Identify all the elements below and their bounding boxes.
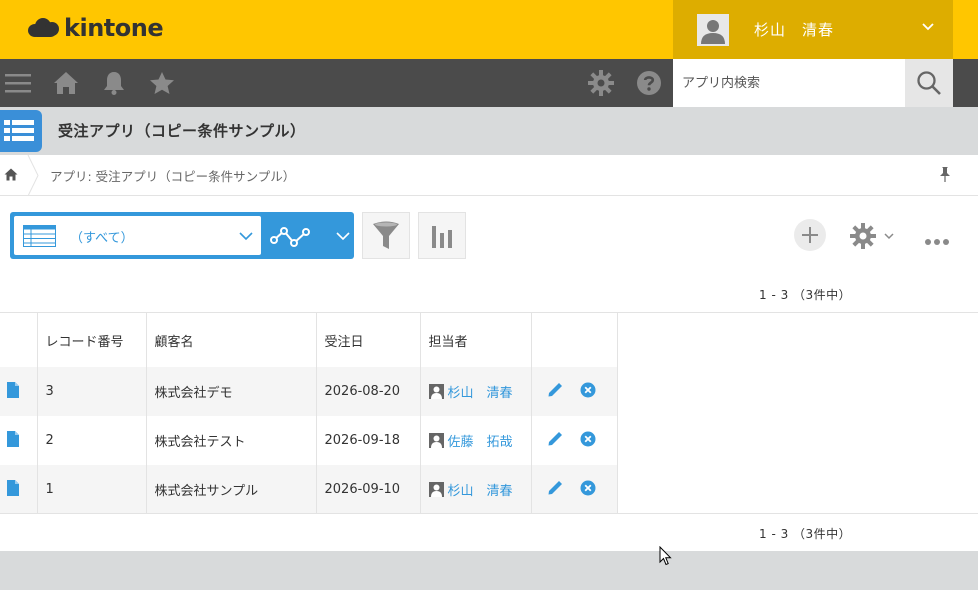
- chevron-down-icon: [922, 23, 934, 31]
- pagination-count-bottom: 1 - 3 （3件中）: [759, 527, 852, 541]
- header-customer-name[interactable]: 顧客名: [146, 313, 317, 367]
- assignee-link[interactable]: 佐藤 拓哉: [428, 431, 523, 450]
- user-name: 杉山 清春: [754, 21, 835, 39]
- app-search: [673, 59, 953, 107]
- chevron-down-icon: [239, 232, 253, 241]
- records-table: レコード番号 顧客名 受注日 担当者 3 株式会社デモ 2026-08-20 杉…: [0, 313, 618, 514]
- search-icon: [917, 71, 941, 95]
- more-options-button[interactable]: [924, 231, 950, 250]
- page-title: 受注アプリ（コピー条件サンプル）: [58, 122, 306, 140]
- user-menu[interactable]: 杉山 清春: [673, 0, 953, 59]
- help-icon[interactable]: [635, 59, 663, 107]
- user-icon: [697, 13, 729, 46]
- funnel-icon: [373, 221, 399, 249]
- delete-icon[interactable]: [580, 480, 596, 496]
- assignee-name: 杉山 清春: [447, 484, 513, 499]
- header-cell: [0, 313, 38, 367]
- pagination-count-top: 1 - 3 （3件中）: [759, 288, 852, 302]
- cell-record-number: 1: [37, 465, 147, 514]
- bar-chart-icon: [432, 225, 452, 248]
- star-icon[interactable]: [148, 59, 176, 107]
- line-graph-icon: [270, 227, 310, 247]
- table-header-row: レコード番号 顧客名 受注日 担当者: [0, 313, 618, 367]
- header-assignee[interactable]: 担当者: [420, 313, 532, 367]
- home-icon[interactable]: [52, 59, 80, 107]
- pin-icon[interactable]: [939, 166, 951, 182]
- cell-order-date: 2026-08-20: [316, 367, 421, 416]
- table-view-icon: [23, 225, 56, 247]
- edit-icon[interactable]: [547, 430, 564, 447]
- cell-record-number: 2: [37, 416, 147, 465]
- document-icon: [7, 430, 19, 447]
- kintone-logo[interactable]: kintone: [28, 13, 164, 43]
- cell-order-date: 2026-09-18: [316, 416, 421, 465]
- edit-icon[interactable]: [547, 479, 564, 496]
- view-selector: （すべて）: [10, 212, 354, 259]
- user-icon: [428, 433, 444, 448]
- cell-record-number: 3: [37, 367, 147, 416]
- delete-icon[interactable]: [580, 382, 596, 398]
- header-order-date[interactable]: 受注日: [316, 313, 421, 367]
- cell-actions: [531, 416, 618, 465]
- assignee-link[interactable]: 杉山 清春: [428, 480, 523, 499]
- record-detail-link[interactable]: [0, 465, 38, 514]
- cell-order-date: 2026-09-10: [316, 465, 421, 514]
- table-row: 2 株式会社テスト 2026-09-18 佐藤 拓哉: [0, 416, 618, 465]
- divider: [0, 513, 978, 514]
- record-detail-link[interactable]: [0, 416, 38, 465]
- user-icon: [428, 384, 444, 399]
- app-settings-button[interactable]: [850, 223, 898, 249]
- cloud-logo-icon: [28, 17, 60, 39]
- header-cell: [531, 313, 618, 367]
- app-list-icon[interactable]: [0, 110, 42, 152]
- filter-button[interactable]: [362, 212, 410, 259]
- chevron-down-icon: [336, 232, 350, 241]
- main-content: アプリ: 受注アプリ（コピー条件サンプル） （すべて） 1 - 3 （3件中） …: [0, 155, 978, 551]
- graph-button[interactable]: [418, 212, 466, 259]
- edit-icon[interactable]: [547, 381, 564, 398]
- cell-actions: [531, 465, 618, 514]
- record-detail-link[interactable]: [0, 367, 38, 416]
- menu-icon[interactable]: [4, 59, 32, 107]
- bell-icon[interactable]: [100, 59, 128, 107]
- breadcrumb-app-link[interactable]: アプリ: 受注アプリ（コピー条件サンプル）: [50, 166, 295, 185]
- graph-dropdown[interactable]: [261, 212, 354, 259]
- header-record-number[interactable]: レコード番号: [37, 313, 147, 367]
- cell-assignee: 杉山 清春: [420, 465, 532, 514]
- more-icon: [925, 239, 949, 245]
- cell-assignee: 杉山 清春: [420, 367, 532, 416]
- home-icon[interactable]: [4, 168, 18, 181]
- mouse-cursor-icon: [659, 546, 672, 566]
- table-row: 3 株式会社デモ 2026-08-20 杉山 清春: [0, 367, 618, 416]
- cell-customer-name: 株式会社テスト: [146, 416, 317, 465]
- search-input[interactable]: [673, 59, 905, 107]
- assignee-link[interactable]: 杉山 清春: [428, 382, 523, 401]
- global-header: kintone 杉山 清春: [0, 0, 978, 59]
- chevron-down-icon: [884, 233, 894, 240]
- document-icon: [7, 381, 19, 398]
- view-label: （すべて）: [70, 231, 134, 246]
- cell-customer-name: 株式会社デモ: [146, 367, 317, 416]
- add-record-button[interactable]: [794, 219, 826, 251]
- assignee-name: 佐藤 拓哉: [447, 435, 513, 450]
- cell-assignee: 佐藤 拓哉: [420, 416, 532, 465]
- assignee-name: 杉山 清春: [447, 386, 513, 401]
- breadcrumb: アプリ: 受注アプリ（コピー条件サンプル）: [0, 155, 978, 196]
- cell-actions: [531, 367, 618, 416]
- cell-customer-name: 株式会社サンプル: [146, 465, 317, 514]
- user-icon: [428, 482, 444, 497]
- document-icon: [7, 479, 19, 496]
- delete-icon[interactable]: [580, 431, 596, 447]
- gear-icon: [850, 223, 876, 249]
- breadcrumb-separator: [27, 155, 39, 196]
- search-button[interactable]: [905, 59, 953, 107]
- view-dropdown[interactable]: （すべて）: [14, 216, 261, 255]
- table-row: 1 株式会社サンプル 2026-09-10 杉山 清春: [0, 465, 618, 514]
- avatar: [697, 13, 729, 46]
- plus-icon: [802, 227, 818, 243]
- gear-icon[interactable]: [587, 59, 615, 107]
- logo-text: kintone: [64, 14, 164, 42]
